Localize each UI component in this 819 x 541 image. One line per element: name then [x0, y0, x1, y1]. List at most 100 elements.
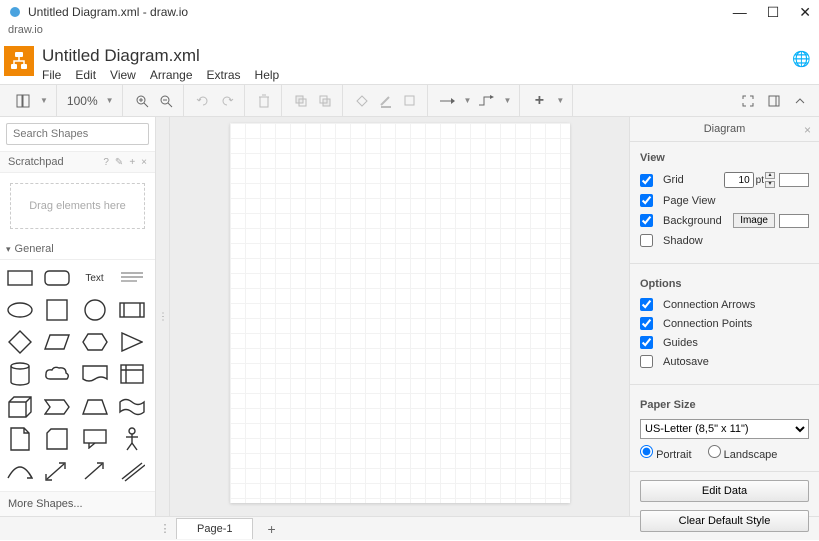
- document-title[interactable]: Untitled Diagram.xml: [42, 46, 279, 66]
- shape-ellipse[interactable]: [6, 300, 34, 320]
- scratchpad-header[interactable]: Scratchpad ? ✎ + ×: [0, 151, 155, 173]
- menu-edit[interactable]: Edit: [75, 68, 96, 82]
- search-input[interactable]: [7, 124, 156, 144]
- portrait-radio[interactable]: [640, 445, 653, 458]
- add-icon[interactable]: +: [129, 157, 135, 168]
- shape-line[interactable]: [118, 461, 146, 481]
- chevron-down-icon[interactable]: ▼: [106, 96, 114, 105]
- shape-internal-storage[interactable]: [118, 364, 146, 384]
- shape-textbox[interactable]: [118, 268, 146, 288]
- shape-actor[interactable]: [118, 429, 146, 449]
- shape-triangle[interactable]: [118, 332, 146, 352]
- delete-button[interactable]: [255, 92, 273, 110]
- edit-icon[interactable]: ✎: [115, 157, 123, 168]
- shape-process[interactable]: [118, 300, 146, 320]
- shape-trapezoid[interactable]: [81, 397, 109, 417]
- shape-hexagon[interactable]: [81, 332, 109, 352]
- view-mode-button[interactable]: [14, 92, 32, 110]
- shape-bidirectional-arrow[interactable]: [43, 461, 71, 481]
- shadow-button[interactable]: [401, 92, 419, 110]
- background-color-swatch[interactable]: [779, 214, 809, 228]
- paper-size-title: Paper Size: [640, 399, 809, 411]
- menu-arrange[interactable]: Arrange: [150, 68, 193, 82]
- minimize-button[interactable]: —: [733, 4, 747, 21]
- waypoint-button[interactable]: [477, 92, 495, 110]
- autosave-checkbox[interactable]: [640, 355, 653, 368]
- connection-button[interactable]: [438, 92, 456, 110]
- chevron-down-icon[interactable]: ▼: [556, 96, 564, 105]
- close-window-button[interactable]: ✕: [799, 4, 811, 21]
- shape-curve[interactable]: [6, 461, 34, 481]
- maximize-button[interactable]: ☐: [767, 4, 780, 21]
- help-icon[interactable]: ?: [103, 157, 109, 168]
- chevron-down-icon[interactable]: ▼: [464, 96, 472, 105]
- more-shapes-button[interactable]: More Shapes...: [0, 491, 155, 516]
- edit-data-button[interactable]: Edit Data: [640, 480, 809, 502]
- guides-checkbox[interactable]: [640, 336, 653, 349]
- shape-text[interactable]: Text: [81, 268, 109, 288]
- close-icon[interactable]: ×: [141, 157, 147, 168]
- outline-button[interactable]: [791, 92, 809, 110]
- canvas-page[interactable]: [230, 123, 570, 503]
- shape-rectangle[interactable]: [6, 268, 34, 288]
- background-checkbox[interactable]: [640, 214, 653, 227]
- shape-step[interactable]: [43, 397, 71, 417]
- grid-size-down[interactable]: ▾: [765, 181, 775, 188]
- shape-square[interactable]: [43, 300, 71, 320]
- chevron-down-icon[interactable]: ▼: [40, 96, 48, 105]
- close-icon[interactable]: ×: [804, 123, 811, 137]
- landscape-radio[interactable]: [708, 445, 721, 458]
- grid-size-up[interactable]: ▴: [765, 172, 775, 179]
- fullscreen-button[interactable]: [739, 92, 757, 110]
- format-panel-button[interactable]: [765, 92, 783, 110]
- shape-note[interactable]: [6, 429, 34, 449]
- zoom-level[interactable]: 100%: [67, 94, 98, 108]
- to-back-button[interactable]: [316, 92, 334, 110]
- menu-file[interactable]: File: [42, 68, 61, 82]
- shape-circle[interactable]: [81, 300, 109, 320]
- canvas-area[interactable]: [170, 117, 629, 516]
- menu-view[interactable]: View: [110, 68, 136, 82]
- shape-cloud[interactable]: [43, 364, 71, 384]
- scratchpad-dropzone[interactable]: Drag elements here: [10, 183, 145, 229]
- menu-extras[interactable]: Extras: [207, 68, 241, 82]
- tab-menu-button[interactable]: ⋮: [156, 522, 174, 535]
- zoom-out-button[interactable]: [157, 92, 175, 110]
- undo-button[interactable]: [194, 92, 212, 110]
- language-icon[interactable]: 🌐: [792, 50, 811, 68]
- connection-arrows-checkbox[interactable]: [640, 298, 653, 311]
- grid-size-input[interactable]: [724, 172, 754, 188]
- redo-button[interactable]: [218, 92, 236, 110]
- page-view-checkbox[interactable]: [640, 194, 653, 207]
- portrait-radio-label[interactable]: Portrait: [640, 445, 692, 461]
- fill-color-button[interactable]: [353, 92, 371, 110]
- shape-cube[interactable]: [6, 397, 34, 417]
- general-section-header[interactable]: ▾ General: [0, 239, 155, 260]
- shape-diamond[interactable]: [6, 332, 34, 352]
- shape-callout[interactable]: [81, 429, 109, 449]
- menu-help[interactable]: Help: [255, 68, 280, 82]
- shape-arrow[interactable]: [81, 461, 109, 481]
- zoom-in-button[interactable]: [133, 92, 151, 110]
- grid-checkbox[interactable]: [640, 174, 653, 187]
- to-front-button[interactable]: [292, 92, 310, 110]
- shape-parallelogram[interactable]: [43, 332, 71, 352]
- shape-cylinder[interactable]: [6, 364, 34, 384]
- grid-color-swatch[interactable]: [779, 173, 809, 187]
- shape-document[interactable]: [81, 364, 109, 384]
- shape-tape[interactable]: [118, 397, 146, 417]
- toolbar: ▼ 100% ▼ ▼ ▼ + ▼: [0, 85, 819, 117]
- insert-button[interactable]: +: [530, 92, 548, 110]
- page-tab-1[interactable]: Page-1: [176, 518, 253, 539]
- clear-default-style-button[interactable]: Clear Default Style: [640, 510, 809, 532]
- paper-size-select[interactable]: US-Letter (8,5" x 11"): [640, 419, 809, 439]
- background-image-button[interactable]: Image: [733, 213, 775, 228]
- chevron-down-icon[interactable]: ▼: [503, 96, 511, 105]
- connection-points-checkbox[interactable]: [640, 317, 653, 330]
- splitter-left[interactable]: ⋮: [156, 117, 170, 516]
- landscape-radio-label[interactable]: Landscape: [708, 445, 778, 461]
- shape-rounded-rectangle[interactable]: [43, 268, 71, 288]
- line-color-button[interactable]: [377, 92, 395, 110]
- shadow-checkbox[interactable]: [640, 234, 653, 247]
- shape-card[interactable]: [43, 429, 71, 449]
